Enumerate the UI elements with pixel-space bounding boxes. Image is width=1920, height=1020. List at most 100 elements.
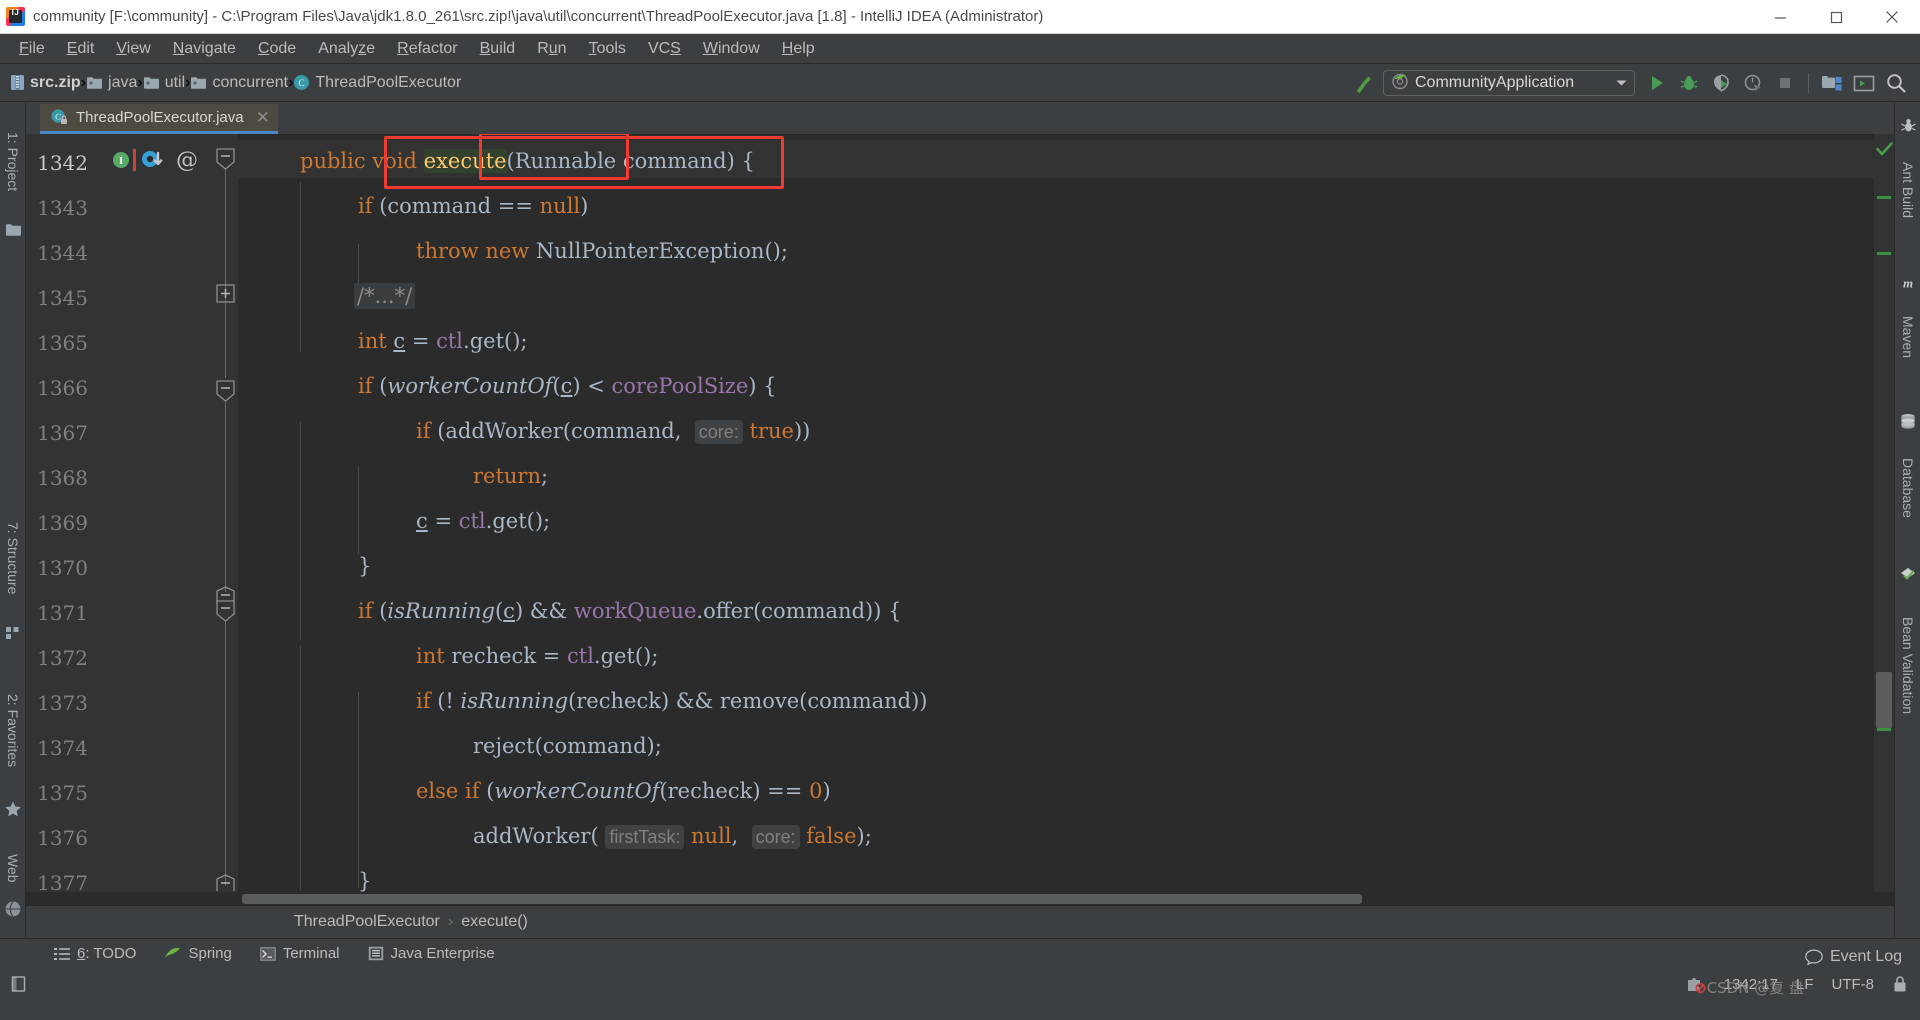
inlay-hint-core[interactable]: core:	[694, 420, 743, 444]
toolwindow-label: Spring	[188, 945, 232, 962]
vcs-change-marker[interactable]	[1877, 252, 1891, 255]
maximize-button[interactable]	[1808, 0, 1864, 34]
terminal-button[interactable]	[1848, 67, 1880, 99]
menu-edit[interactable]: Edit	[56, 37, 106, 61]
breadcrumb-src-zip[interactable]: src.zip	[10, 74, 81, 92]
run-with-coverage-button[interactable]	[1705, 67, 1737, 99]
build-hammer-icon[interactable]	[1347, 67, 1379, 99]
window-controls	[1752, 0, 1920, 34]
hide-toolwindows-icon[interactable]	[10, 975, 28, 993]
code-line-1369: c = ctl.get();	[416, 509, 551, 533]
horizontal-scrollbar-thumb[interactable]	[242, 894, 1362, 904]
menu-navigate[interactable]: Navigate	[162, 37, 247, 61]
code-line-1342: public void execute(Runnable command) {	[300, 149, 755, 173]
inlay-hint-firsttask[interactable]: firstTask:	[605, 825, 685, 849]
menu-run[interactable]: Run	[526, 37, 577, 61]
editor-horizontal-scrollbar[interactable]	[26, 892, 1894, 906]
event-log-button[interactable]: Event Log	[1805, 948, 1902, 966]
menu-view[interactable]: View	[105, 37, 161, 61]
editor-marker-gutter[interactable]	[1874, 134, 1894, 892]
line-number: 1377	[37, 871, 88, 892]
close-icon[interactable]: ✕	[256, 109, 270, 126]
intellij-idea-icon: IJ	[5, 6, 27, 28]
editor-tab-threadpoolexecutor[interactable]: C ThreadPoolExecutor.java ✕	[40, 104, 278, 134]
overriding-method-icon[interactable]	[141, 150, 169, 176]
vcs-change-marker[interactable]	[1877, 728, 1891, 731]
fold-end-marker[interactable]	[216, 874, 235, 892]
toolwindow-todo[interactable]: 6: TODO	[40, 943, 150, 964]
menu-build[interactable]: Build	[469, 37, 527, 61]
toolwindow-spring[interactable]: Spring	[150, 943, 245, 964]
fold-collapse-marker[interactable]	[216, 148, 235, 174]
sidebar-item-label: 2: Favorites	[5, 694, 21, 768]
editor-gutter[interactable]: 1342 1343 1344 1345 1365 1366 1367 1368 …	[26, 134, 238, 892]
close-button[interactable]	[1864, 0, 1920, 34]
sidebar-item-ant-build[interactable]: Ant Build	[1895, 138, 1920, 242]
line-number: 1371	[37, 601, 88, 625]
menu-help[interactable]: Help	[771, 37, 826, 61]
menu-code[interactable]: Code	[247, 37, 307, 61]
profile-button[interactable]	[1737, 67, 1769, 99]
sidebar-item-database[interactable]: Database	[1895, 434, 1920, 542]
sidebar-item-bean-validation[interactable]: Bean Validation	[1895, 586, 1920, 746]
ok-check-icon[interactable]	[1876, 142, 1893, 162]
breadcrumb-threadpoolexecutor[interactable]: C ThreadPoolExecutor	[293, 74, 461, 92]
toolwindow-java-enterprise[interactable]: Java Enterprise	[354, 943, 509, 964]
menu-analyze[interactable]: Analyze	[307, 37, 386, 61]
caret-line-mark	[133, 149, 136, 171]
code-line-1365: int c = ctl.get();	[358, 329, 528, 353]
breadcrumb-util[interactable]: util	[143, 74, 185, 92]
breadcrumb-label: concurrent	[212, 73, 289, 91]
sidebar-item-structure[interactable]: 7: Structure	[0, 498, 26, 618]
inlay-hint-core[interactable]: core:	[751, 825, 800, 849]
code-line-1372: int recheck = ctl.get();	[416, 644, 659, 668]
search-everywhere-button[interactable]	[1880, 67, 1912, 99]
toolwindow-terminal[interactable]: Terminal	[246, 943, 354, 964]
code-line-1371: if (isRunning(c) && workQueue.offer(comm…	[358, 599, 902, 623]
code-line-1375: else if (workerCountOf(recheck) == 0)	[416, 779, 831, 803]
caret-position[interactable]: 1342:17	[1724, 976, 1778, 993]
implementation-marker-icon[interactable]: I	[112, 150, 132, 174]
svg-text:m: m	[1903, 276, 1913, 291]
file-encoding[interactable]: UTF-8	[1832, 976, 1875, 993]
run-configuration-selector[interactable]: CommunityApplication	[1383, 70, 1635, 96]
code-line-1345[interactable]: /*...*/	[354, 283, 416, 309]
breadcrumb-class[interactable]: ThreadPoolExecutor	[294, 913, 440, 931]
chevron-down-icon[interactable]	[1606, 74, 1627, 92]
sidebar-item-label: Database	[1900, 458, 1916, 518]
editor-scrollbar-thumb[interactable]	[1876, 672, 1892, 728]
menu-vcs[interactable]: VCS	[637, 37, 692, 61]
terminal-icon	[260, 946, 276, 961]
plugin-disabled-icon[interactable]	[1686, 975, 1706, 993]
sidebar-item-favorites[interactable]: 2: Favorites	[0, 668, 26, 794]
code-line-1373: if (! isRunning(recheck) && remove(comma…	[416, 689, 928, 713]
editor-breadcrumb: ThreadPoolExecutor › execute()	[26, 906, 1894, 938]
breadcrumb-method[interactable]: execute()	[461, 913, 528, 931]
menu-window[interactable]: Window	[692, 37, 771, 61]
vcs-change-marker[interactable]	[1877, 196, 1891, 199]
sidebar-item-maven[interactable]: Maven	[1895, 296, 1920, 378]
menu-tools[interactable]: Tools	[578, 37, 637, 61]
minimize-button[interactable]	[1752, 0, 1808, 34]
code-text-area[interactable]: public void execute(Runnable command) { …	[238, 134, 1874, 892]
menu-refactor[interactable]: Refactor	[386, 37, 468, 61]
annotation-icon[interactable]: @	[176, 148, 198, 173]
sidebar-item-web[interactable]: Web	[0, 842, 26, 894]
fold-collapse-marker[interactable]	[216, 600, 235, 626]
line-separator[interactable]: LF	[1796, 976, 1814, 993]
sidebar-item-project[interactable]: 1: Project	[0, 110, 26, 214]
menu-file[interactable]: File	[8, 37, 56, 61]
read-only-lock-icon[interactable]	[1892, 975, 1908, 993]
stop-button[interactable]	[1769, 67, 1801, 99]
fold-expand-marker[interactable]	[216, 284, 235, 307]
code-editor[interactable]: 1342 1343 1344 1345 1365 1366 1367 1368 …	[26, 134, 1894, 892]
line-number: 1367	[37, 421, 88, 445]
breadcrumb-concurrent[interactable]: concurrent	[190, 74, 288, 92]
debug-button[interactable]	[1673, 67, 1705, 99]
run-button[interactable]	[1641, 67, 1673, 99]
line-number: 1372	[37, 646, 88, 670]
breadcrumb-java[interactable]: java	[86, 74, 137, 92]
fold-collapse-marker[interactable]	[216, 380, 235, 406]
project-structure-button[interactable]	[1816, 67, 1848, 99]
line-number: 1366	[37, 376, 88, 400]
